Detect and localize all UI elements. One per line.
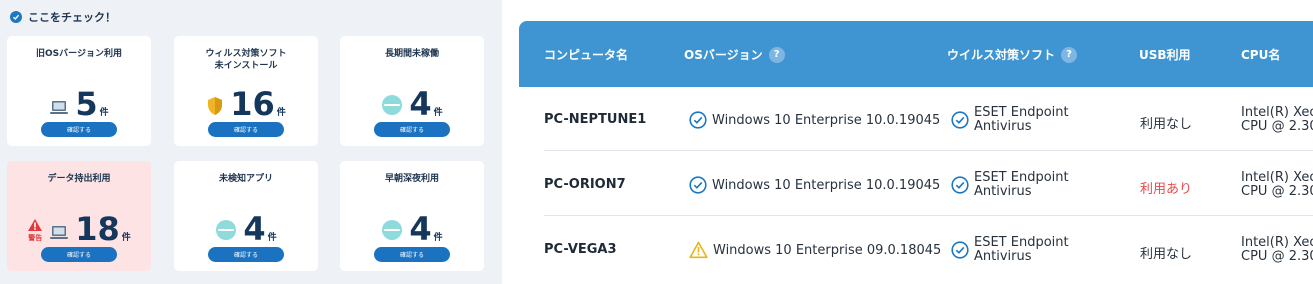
antivirus-cell: ESET Endpoint Antivirus xyxy=(951,236,1069,264)
header-computer-name[interactable]: コンピュータ名 xyxy=(544,46,628,63)
card-unit: 件 xyxy=(121,233,131,243)
usb-usage: 利用あり xyxy=(1140,182,1193,197)
confirm-button[interactable]: 確認する xyxy=(208,247,284,262)
cpu-name-line2: CPU @ 2.30 xyxy=(1241,249,1313,264)
check-panel: ここをチェック！ 旧OSバージョン利用 5 件 確認する ウィルス対策ソフト 未… xyxy=(0,0,502,284)
header-label: USB利用 xyxy=(1139,48,1191,62)
card-unit: 件 xyxy=(276,108,286,118)
cpu-cell: Intel(R) Xeo CPU @ 2.30 xyxy=(1241,236,1313,264)
header-label: ウイルス対策ソフト xyxy=(947,48,1056,62)
cpu-name-line1: Intel(R) Xeo xyxy=(1241,105,1313,120)
cpu-name-line2: CPU @ 2.30 xyxy=(1241,119,1313,134)
card-title: データ持出利用 xyxy=(47,174,111,184)
antivirus-name-line1: ESET Endpoint xyxy=(974,170,1069,185)
card-count: 5 xyxy=(75,85,98,123)
header-cpu[interactable]: CPU名 xyxy=(1241,46,1280,63)
confirm-button[interactable]: 確認する xyxy=(374,247,450,262)
pill-icon xyxy=(381,219,403,241)
os-cell: Windows 10 Enterprise 10.0.19045 xyxy=(689,111,940,129)
header-usb[interactable]: USB利用 xyxy=(1139,46,1191,63)
os-version: Windows 10 Enterprise 10.0.19045 xyxy=(712,112,941,128)
card-count: 4 xyxy=(409,85,432,123)
antivirus-name-line1: ESET Endpoint xyxy=(974,105,1069,120)
card-no-antivirus: ウィルス対策ソフト 未インストール 16 件 確認する xyxy=(174,36,318,146)
card-count: 4 xyxy=(409,210,432,248)
table-row[interactable]: PC-ORION7 Windows 10 Enterprise 10.0.190… xyxy=(519,152,1313,216)
card-undetected-apps: 未検知アプリ 4 件 確認する xyxy=(174,161,318,271)
pill-icon xyxy=(381,94,403,116)
warning-indicator: 警告 xyxy=(27,218,43,243)
check-header: ここをチェック！ xyxy=(10,9,116,25)
header-os-version[interactable]: OSバージョン ? xyxy=(684,46,785,63)
row-divider xyxy=(544,215,1313,216)
computer-table: コンピュータ名 OSバージョン ? ウイルス対策ソフト ? USB利用 CPU名… xyxy=(519,21,1313,284)
os-cell: Windows 10 Enterprise 10.0.19045 xyxy=(689,176,940,194)
cpu-name-line2: CPU @ 2.30 xyxy=(1241,184,1313,199)
antivirus-name-line2: Antivirus xyxy=(974,184,1032,199)
confirm-button[interactable]: 確認する xyxy=(41,247,117,262)
card-old-os: 旧OSバージョン利用 5 件 確認する xyxy=(7,36,151,146)
laptop-icon xyxy=(49,100,69,116)
header-label: OSバージョン xyxy=(684,48,763,62)
check-circle-icon xyxy=(951,176,969,194)
table-row[interactable]: PC-NEPTUNE1 Windows 10 Enterprise 10.0.1… xyxy=(519,87,1313,151)
os-cell: Windows 10 Enterprise 09.0.18045 xyxy=(689,241,941,259)
confirm-button[interactable]: 確認する xyxy=(208,122,284,137)
table-row[interactable]: PC-VEGA3 Windows 10 Enterprise 09.0.1804… xyxy=(519,217,1313,281)
cpu-name-line1: Intel(R) Xeo xyxy=(1241,235,1313,250)
computer-name: PC-VEGA3 xyxy=(544,242,617,257)
shield-icon xyxy=(206,96,224,116)
cpu-cell: Intel(R) Xeo CPU @ 2.30 xyxy=(1241,171,1313,199)
header-label: CPU名 xyxy=(1241,48,1281,62)
card-count: 18 xyxy=(75,210,120,248)
card-data-export: データ持出利用 警告 18 件 確認する xyxy=(7,161,151,271)
card-unit: 件 xyxy=(433,233,443,243)
card-unit: 件 xyxy=(433,108,443,118)
header-antivirus[interactable]: ウイルス対策ソフト ? xyxy=(947,46,1078,63)
check-circle-icon xyxy=(10,11,22,23)
help-icon[interactable]: ? xyxy=(768,46,785,63)
cpu-name-line1: Intel(R) Xeo xyxy=(1241,170,1313,185)
cpu-cell: Intel(R) Xeo CPU @ 2.30 xyxy=(1241,106,1313,134)
os-version: Windows 10 Enterprise 10.0.19045 xyxy=(712,177,941,193)
antivirus-cell: ESET Endpoint Antivirus xyxy=(951,106,1069,134)
card-count: 16 xyxy=(230,85,275,123)
antivirus-name-line2: Antivirus xyxy=(974,119,1032,134)
check-circle-icon xyxy=(951,241,969,259)
warning-triangle-icon xyxy=(28,219,43,231)
antivirus-name-line1: ESET Endpoint xyxy=(974,235,1069,250)
card-title: 早朝深夜利用 xyxy=(384,174,439,184)
os-version: Windows 10 Enterprise 09.0.18045 xyxy=(713,242,942,258)
laptop-icon xyxy=(49,225,69,241)
antivirus-cell: ESET Endpoint Antivirus xyxy=(951,171,1069,199)
card-long-inactive: 長期間未稼働 4 件 確認する xyxy=(340,36,484,146)
computer-name: PC-NEPTUNE1 xyxy=(544,112,647,127)
card-unit: 件 xyxy=(99,108,109,118)
check-circle-icon xyxy=(689,111,707,129)
card-title: 旧OSバージョン利用 xyxy=(36,49,122,59)
check-title: ここをチェック！ xyxy=(28,11,116,24)
card-unit: 件 xyxy=(267,233,277,243)
card-title: 未検知アプリ xyxy=(218,174,273,184)
usb-usage: 利用なし xyxy=(1140,247,1193,262)
card-early-late-use: 早朝深夜利用 4 件 確認する xyxy=(340,161,484,271)
help-icon[interactable]: ? xyxy=(1061,46,1078,63)
computer-name: PC-ORION7 xyxy=(544,177,626,192)
warning-triangle-icon xyxy=(689,241,708,259)
usb-usage: 利用なし xyxy=(1140,117,1193,132)
header-label: コンピュータ名 xyxy=(544,48,629,62)
row-divider xyxy=(544,150,1313,151)
pill-icon xyxy=(215,219,237,241)
check-circle-icon xyxy=(689,176,707,194)
card-count: 4 xyxy=(243,210,266,248)
confirm-button[interactable]: 確認する xyxy=(41,122,117,137)
card-title: ウィルス対策ソフト 未インストール xyxy=(205,49,287,71)
confirm-button[interactable]: 確認する xyxy=(374,122,450,137)
table-header: コンピュータ名 OSバージョン ? ウイルス対策ソフト ? USB利用 CPU名 xyxy=(519,21,1313,87)
antivirus-name-line2: Antivirus xyxy=(974,249,1032,264)
warning-label: 警告 xyxy=(28,234,43,242)
check-circle-icon xyxy=(951,111,969,129)
card-title: 長期間未稼働 xyxy=(384,49,439,59)
